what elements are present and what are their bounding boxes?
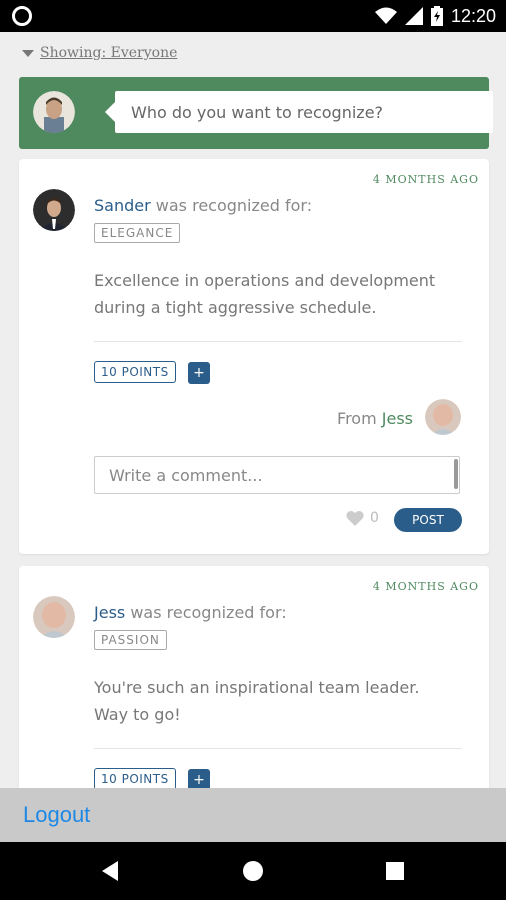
divider: [94, 341, 462, 342]
like-count: 0: [370, 510, 379, 526]
sender-name[interactable]: Jess: [382, 409, 413, 428]
battery-icon: [430, 6, 443, 26]
recognition-message: You're such an inspirational team leader…: [94, 678, 420, 724]
logout-link[interactable]: Logout: [23, 802, 90, 828]
recipient-avatar[interactable]: [33, 189, 75, 231]
add-points-button[interactable]: +: [188, 362, 210, 384]
value-tag: ELEGANCE: [94, 223, 181, 243]
from-line: From Jess: [337, 409, 413, 428]
timestamp: 4 MONTHS AGO: [372, 173, 479, 186]
post-button[interactable]: POST: [394, 508, 462, 532]
resize-handle[interactable]: [454, 459, 458, 489]
status-time: 12:20: [450, 5, 496, 26]
recognized-line: Jess was recognized for:: [94, 603, 287, 622]
home-icon[interactable]: [238, 856, 268, 886]
recognition-message: Excellence in operations and development…: [94, 271, 436, 317]
filter-label[interactable]: Showing: Everyone: [40, 45, 177, 61]
back-icon[interactable]: [96, 856, 126, 886]
from-prefix: From: [337, 409, 377, 428]
recognition-card: 4 MONTHS AGO Jess was recognized for: PA…: [19, 566, 489, 826]
recognize-input[interactable]: Who do you want to recognize?: [115, 91, 493, 133]
notification-icon: [12, 6, 32, 26]
divider: [94, 748, 462, 749]
signal-icon: [404, 7, 423, 25]
comment-placeholder: Write a comment...: [109, 465, 263, 485]
comment-input[interactable]: Write a comment...: [94, 456, 460, 494]
audience-filter[interactable]: Showing: Everyone: [22, 45, 177, 61]
sender-avatar[interactable]: [425, 399, 461, 435]
recognized-text: was recognized for:: [130, 603, 287, 622]
recognize-placeholder: Who do you want to recognize?: [131, 102, 384, 122]
current-user-avatar: [33, 91, 75, 133]
heart-icon[interactable]: [346, 510, 364, 526]
footer-bar: Logout: [0, 788, 506, 842]
recipient-avatar[interactable]: [33, 596, 75, 638]
recognize-composer: Who do you want to recognize?: [19, 77, 493, 149]
system-nav-bar: [0, 842, 506, 900]
recognition-card: 4 MONTHS AGO Sander was recognized for: …: [19, 159, 489, 554]
status-bar: 12:20: [0, 0, 506, 32]
recipient-name[interactable]: Sander: [94, 196, 151, 215]
points-badge: 10 POINTS: [94, 361, 176, 383]
composer-pointer: [105, 102, 115, 122]
recognized-text: was recognized for:: [155, 196, 313, 215]
value-tag: PASSION: [94, 630, 167, 650]
recognized-line: Sander was recognized for:: [94, 196, 312, 215]
like-control[interactable]: 0: [346, 510, 379, 526]
caret-down-icon: [22, 49, 34, 57]
recipient-name[interactable]: Jess: [94, 603, 125, 622]
recents-icon[interactable]: [380, 856, 410, 886]
status-icons: 12:20: [374, 0, 496, 32]
timestamp: 4 MONTHS AGO: [372, 580, 479, 593]
wifi-icon: [374, 7, 397, 24]
points-badge: 10 POINTS: [94, 768, 176, 790]
